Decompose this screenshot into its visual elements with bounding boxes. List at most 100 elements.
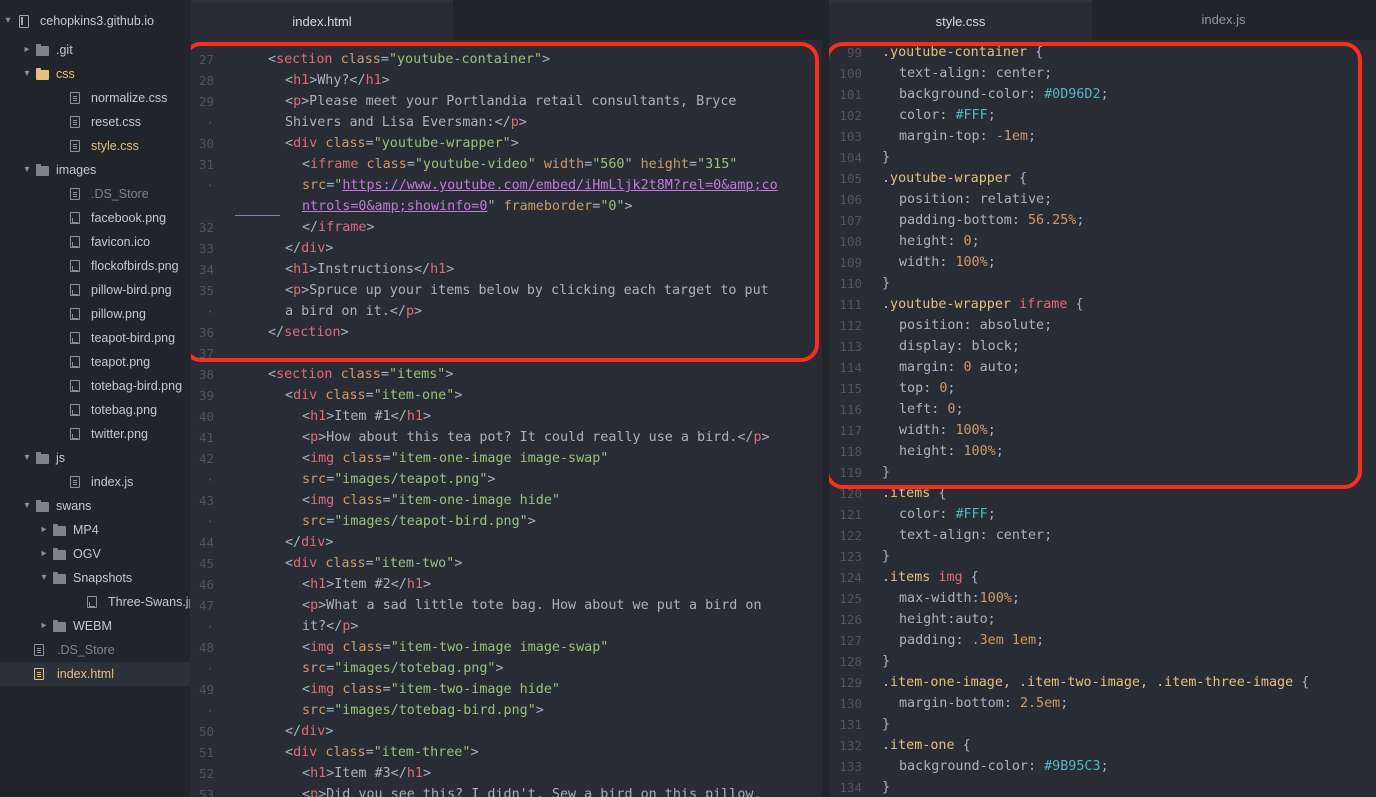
code-token: ; [987,255,996,270]
code-token: iframe [310,157,359,172]
tree-folder[interactable]: ▸ WEBM [0,614,190,638]
code-text: </div> [285,532,333,553]
code-token: "item-two-image image-swap" [390,640,609,655]
image-file-icon [70,404,80,416]
code-token: ; [1028,129,1037,144]
tree-folder[interactable]: ▸ MP4 [0,518,190,542]
code-line: 111 .youtube-wrapper iframe { [829,294,1376,315]
folder-icon [36,68,49,80]
chevron-right-icon[interactable]: ▸ [39,542,49,566]
tree-file[interactable]: .DS_Store [0,182,190,206]
code-token: > [495,661,504,676]
code-token: : [1028,759,1045,774]
tree-file[interactable]: totebag-bird.png [0,374,190,398]
chevron-down-icon[interactable]: ▾ [22,494,32,518]
tab-index-html[interactable]: index.html [191,0,453,40]
chevron-down-icon[interactable]: ▾ [22,158,32,182]
chevron-right-icon[interactable]: ▸ [22,38,32,62]
tree-item-label: OGV [73,547,101,561]
tree-file[interactable]: twitter.png [0,422,190,446]
tab-style-css[interactable]: style.css [829,0,1092,40]
code-token: = [365,556,374,571]
code-token: div [293,136,318,151]
image-file-icon [70,356,80,368]
code-line: 107 padding-bottom: 56.25%; [829,210,1376,231]
tree-folder[interactable]: ▾ Snapshots [0,566,190,590]
code-token: .youtube-container [882,45,1028,60]
tree-folder[interactable]: ▸ OGV [0,542,190,566]
code-token: h1 [293,73,310,88]
tree-file[interactable]: teapot-bird.png [0,326,190,350]
line-number: 107 [839,213,862,228]
code-text: <h1>Item #2</h1> [302,574,431,595]
code-token: top [899,381,924,396]
code-token: = [382,640,391,655]
code-line: 130 margin-bottom: 2.5em; [829,693,1376,714]
code-token: img [310,640,335,655]
editor-pane-html: index.html 27 <section class="youtube-con… [191,0,822,797]
tab-index-js[interactable]: index.js [1092,0,1355,40]
chevron-right-icon[interactable]: ▸ [39,614,49,638]
code-token: " [487,199,496,214]
tree-file[interactable]: index.js [0,470,190,494]
tree-folder[interactable]: ▾ swans [0,494,190,518]
tree-folder[interactable]: ▸ .git [0,38,190,62]
line-number: 42 [198,451,214,466]
code-token: : [939,255,956,270]
tree-file[interactable]: index.html [0,662,190,686]
tree-file[interactable]: pillow-bird.png [0,278,190,302]
line-number: 114 [839,360,862,375]
editor-pane-css: style.css index.js 99 .youtube-container … [829,0,1376,797]
code-token: padding [899,633,956,648]
tree-file[interactable]: facebook.png [0,206,190,230]
code-text: src="images/teapot-bird.png"> [302,511,536,532]
line-number: 44 [198,535,214,550]
folder-icon [36,164,49,176]
tree-folder[interactable]: ▾ css [0,62,190,86]
code-token: h1 [310,577,327,592]
tree-file[interactable]: Three-Swans.jpg [0,590,190,614]
project-root[interactable]: ▾ cehopkins3.github.io [0,8,190,34]
code-token: #FFF [955,507,988,522]
tree-file[interactable]: favicon.ico [0,230,190,254]
code-token: > [510,136,519,151]
tree-folder[interactable]: ▾ images [0,158,190,182]
code-text: } [882,546,890,567]
tree-item-label: pillow-bird.png [91,283,172,297]
code-token: 2.5em [1019,696,1061,711]
tree-file[interactable]: totebag.png [0,398,190,422]
chevron-down-icon[interactable]: ▾ [22,446,32,470]
chevron-right-icon[interactable]: ▸ [39,518,49,542]
tree-file[interactable]: teapot.png [0,350,190,374]
code-token: ; [971,234,980,249]
code-line: 38 <section class="items"> [191,364,822,385]
chevron-down-icon[interactable]: ▾ [39,566,49,590]
tree-file[interactable]: normalize.css [0,86,190,110]
code-token: div [293,388,318,403]
code-token: > [535,703,544,718]
code-editor-html[interactable]: 27 <section class="youtube-container"> 28 <… [191,40,822,797]
code-token: >Please meet your Portlandia retail cons… [301,94,737,109]
tree-file[interactable]: reset.css [0,110,190,134]
code-editor-css[interactable]: 99 .youtube-container {100 text-align: cen… [829,40,1376,797]
code-text: <img class="item-two-image hide" [302,679,560,700]
code-token: } [882,150,891,165]
tree-file[interactable]: flockofbirds.png [0,254,190,278]
code-token: 100% [963,444,996,459]
tree-file[interactable]: pillow.png [0,302,190,326]
code-token: src [302,514,327,529]
tree-file[interactable]: style.css [0,134,190,158]
tree-file[interactable]: .DS_Store [0,638,190,662]
file-icon [34,644,44,656]
code-token: : [947,234,964,249]
code-token: "images/teapot.png" [334,472,488,487]
pane-divider[interactable] [822,0,829,797]
tree-folder[interactable]: ▾ js [0,446,190,470]
code-token: >Did you see this? I didn't. Sew a bird … [318,787,762,797]
line-number: 131 [839,717,862,732]
code-text: <h1>Item #3</h1> [302,763,431,784]
chevron-down-icon[interactable]: ▾ [22,62,32,86]
line-number: · [206,703,214,718]
